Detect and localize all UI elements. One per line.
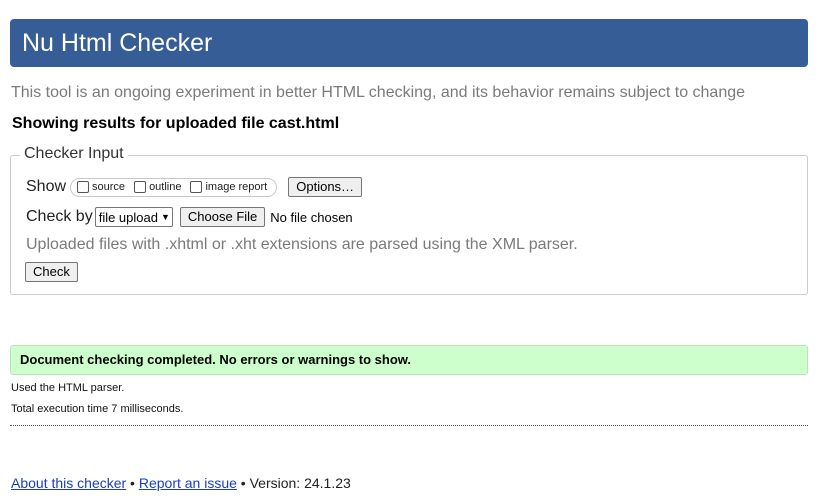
parser-info: Used the HTML parser. <box>11 382 125 394</box>
chevron-down-icon: ▼ <box>160 212 170 222</box>
about-checker-link[interactable]: About this checker <box>11 475 126 491</box>
divider <box>10 425 808 426</box>
footer-separator: • <box>126 475 139 491</box>
source-checkbox[interactable] <box>77 181 90 193</box>
page: Nu Html Checker This tool is an ongoing … <box>0 0 818 503</box>
show-row: Show source outline image report Options… <box>26 176 363 198</box>
show-options-group: source outline image report <box>70 177 278 197</box>
check-by-select[interactable]: file upload ▼ <box>94 207 173 227</box>
intro-text: This tool is an ongoing experiment in be… <box>11 84 746 101</box>
outline-checkbox[interactable] <box>134 181 147 193</box>
options-button[interactable]: Options… <box>288 177 363 197</box>
show-label: Show <box>26 178 67 195</box>
check-by-label: Check by <box>26 208 93 225</box>
check-by-row: Check by file upload ▼ Choose File No fi… <box>26 206 353 228</box>
status-message: Document checking completed. No errors o… <box>10 345 808 375</box>
version-text: Version: 24.1.23 <box>249 475 351 491</box>
results-heading: Showing results for uploaded file cast.h… <box>12 115 340 132</box>
check-by-select-value: file upload <box>98 209 158 225</box>
outline-checkbox-label[interactable]: outline <box>149 181 181 193</box>
xml-parser-hint: Uploaded files with .xhtml or .xht exten… <box>26 236 578 253</box>
page-title: Nu Html Checker <box>22 29 213 57</box>
checker-input-legend: Checker Input <box>20 145 128 163</box>
checker-input-fieldset: Checker Input Show source outline image … <box>10 145 808 295</box>
source-checkbox-label[interactable]: source <box>92 181 125 193</box>
execution-time: Total execution time 7 milliseconds. <box>11 403 184 415</box>
footer-separator: • <box>236 475 250 491</box>
page-header: Nu Html Checker <box>10 19 808 67</box>
image-report-checkbox[interactable] <box>190 181 203 193</box>
image-report-checkbox-label[interactable]: image report <box>205 181 267 193</box>
check-button[interactable]: Check <box>25 262 78 282</box>
footer: About this checker • Report an issue • V… <box>11 475 351 491</box>
choose-file-button[interactable]: Choose File <box>179 207 266 227</box>
report-issue-link[interactable]: Report an issue <box>139 475 237 491</box>
no-file-chosen-text: No file chosen <box>270 209 353 225</box>
